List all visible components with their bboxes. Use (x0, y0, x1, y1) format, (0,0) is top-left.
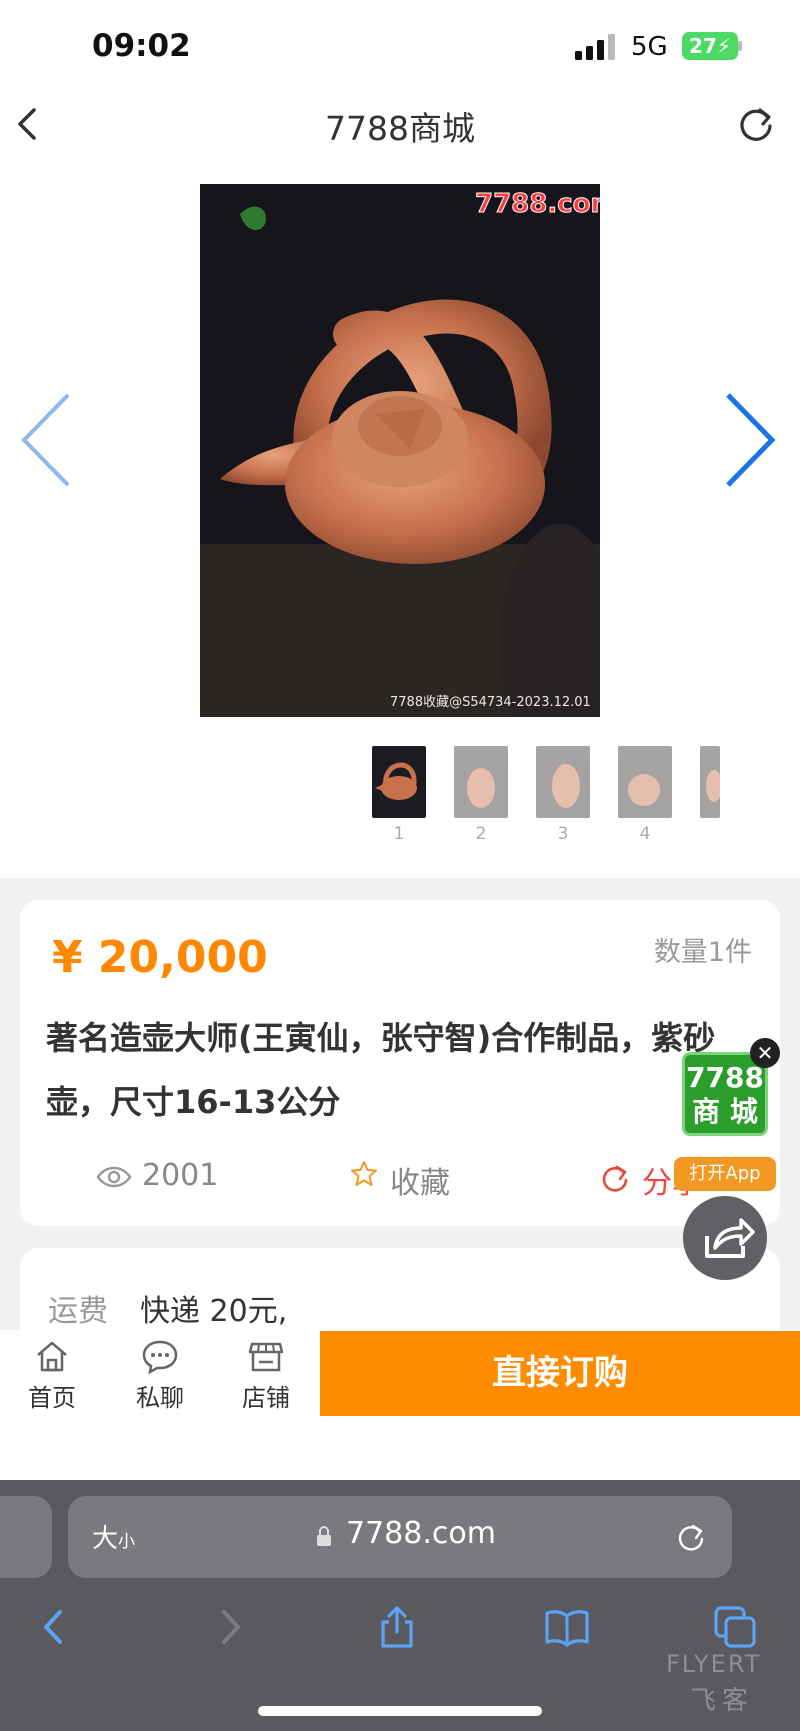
star-icon[interactable] (350, 1160, 378, 1188)
favorite-button[interactable]: 收藏 (390, 1158, 450, 1202)
status-time: 09:02 (92, 28, 191, 64)
network-type: 5G (631, 32, 668, 62)
nav-chat-label: 私聊 (136, 1384, 184, 1412)
nav-home[interactable]: 首页 (12, 1338, 92, 1413)
nav-chat[interactable]: 私聊 (120, 1338, 200, 1413)
text-size-small: 小 (118, 1532, 136, 1552)
teapot-photo: 7788.com 7788收藏@S54734-2023.12.01 (200, 184, 600, 717)
next-image-arrow-icon[interactable] (720, 390, 780, 490)
battery-level: 27 (689, 34, 717, 58)
image-watermark: 7788.com (475, 189, 600, 219)
home-icon (37, 1341, 67, 1372)
refresh-icon[interactable] (736, 104, 776, 144)
eye-icon (96, 1166, 132, 1188)
previous-tab[interactable] (0, 1496, 52, 1578)
thumbnail-number: 2 (475, 824, 487, 844)
watermark-logo-cn: 飞客 (690, 1686, 755, 1716)
thumbnail-number: 3 (557, 824, 569, 844)
prev-image-arrow-icon[interactable] (16, 390, 76, 490)
thumbnail-3[interactable] (536, 746, 590, 818)
nav-shop-label: 店铺 (242, 1384, 290, 1412)
bookmarks-icon[interactable] (544, 1604, 590, 1650)
product-title: 著名造壶大师(王寅仙，张守智)合作制品，紫砂壶，尺寸16-13公分 (46, 1019, 716, 1121)
thumbnail-number: 4 (639, 824, 651, 844)
signal-icon (575, 34, 615, 60)
thumbnail-2[interactable] (454, 746, 508, 818)
tabs-icon[interactable] (712, 1604, 758, 1650)
nav-shop[interactable]: 店铺 (226, 1338, 306, 1413)
product-image[interactable]: 7788.com 7788收藏@S54734-2023.12.01 (200, 184, 600, 717)
product-price: ¥ 20,000 (52, 932, 268, 983)
thumbnail-5[interactable] (700, 746, 720, 818)
home-indicator (258, 1706, 542, 1716)
shipping-card (20, 1248, 780, 1338)
browser-share-icon[interactable] (374, 1604, 420, 1650)
share-arrow-icon (705, 1218, 755, 1258)
floating-share-button[interactable] (683, 1196, 767, 1280)
browser-back-icon[interactable] (32, 1604, 78, 1650)
battery-tip (738, 41, 742, 51)
lock-icon (317, 1526, 331, 1546)
reload-icon[interactable] (676, 1522, 706, 1552)
shipping-label: 运费 (48, 1294, 108, 1329)
thumbnail-number: 1 (393, 824, 405, 844)
thumbnail-1[interactable] (372, 746, 426, 818)
url-text[interactable]: 7788.com (346, 1516, 496, 1551)
text-size-big: 大 (92, 1524, 119, 1554)
view-count: 2001 (142, 1158, 219, 1193)
nav-home-label: 首页 (28, 1384, 76, 1412)
store-icon (248, 1342, 284, 1372)
buy-now-button[interactable]: 直接订购 (320, 1331, 800, 1416)
logo-line-2: 商 城 (692, 1095, 758, 1128)
image-caption: 7788收藏@S54734-2023.12.01 (390, 695, 591, 710)
browser-forward-icon[interactable] (206, 1604, 252, 1650)
logo-line-1: 7788 (686, 1061, 764, 1094)
text-size-button[interactable]: 大小 (92, 1518, 135, 1555)
thumbnail-4[interactable] (618, 746, 672, 818)
shipping-value: 快递 20元, (140, 1294, 288, 1329)
page-title: 7788商城 (325, 109, 475, 148)
chat-icon (142, 1340, 178, 1374)
battery-icon: 27⚡ (682, 32, 738, 60)
share-icon[interactable] (600, 1163, 630, 1193)
watermark-logo: FLYERT (666, 1650, 762, 1678)
product-quantity: 数量1件 (653, 937, 752, 968)
close-icon[interactable]: ✕ (750, 1038, 780, 1068)
open-app-button[interactable]: 打开App (674, 1157, 776, 1191)
